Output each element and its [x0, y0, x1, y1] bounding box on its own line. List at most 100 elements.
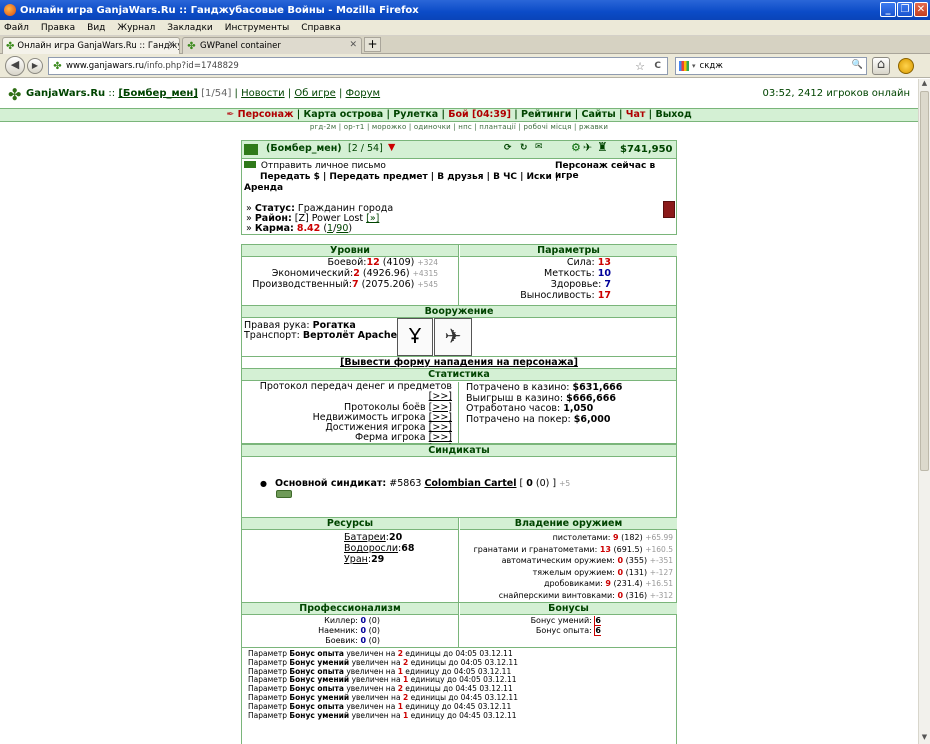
- attack-form-link[interactable]: [Вывести форму нападения на персонажа]: [340, 357, 578, 368]
- syndicate-badge-icon[interactable]: [276, 490, 292, 498]
- maximize-button[interactable]: ❐: [897, 2, 913, 17]
- close-tab-icon[interactable]: ✕: [167, 40, 175, 50]
- scroll-down-icon[interactable]: ▼: [919, 733, 930, 744]
- level-value: 2: [353, 268, 360, 279]
- chevron-down-icon[interactable]: ▾: [692, 62, 696, 70]
- transfer-item-link[interactable]: Передать предмет: [329, 172, 427, 182]
- sync-icon[interactable]: ↻: [520, 143, 528, 153]
- karma-total-link[interactable]: 90: [336, 223, 348, 234]
- about-link[interactable]: Об игре: [294, 88, 335, 99]
- user-link[interactable]: [Бомбер_мен]: [118, 88, 198, 99]
- mastery-extra: (691.5): [613, 544, 643, 554]
- nav-chat[interactable]: Чат: [626, 109, 646, 120]
- menubar: Файл Правка Вид Журнал Закладки Инструме…: [0, 20, 930, 36]
- forward-button[interactable]: ▶: [27, 58, 43, 74]
- sub-nav[interactable]: ргд-2м | ор-т1 | морожко | одиночки | нп…: [0, 123, 918, 133]
- personage-icon: ✒: [226, 109, 235, 120]
- mastery-value: 13: [599, 544, 611, 554]
- weapons-header: Вооружение: [242, 306, 676, 318]
- nav-ratings[interactable]: Рейтинги: [521, 109, 571, 120]
- menu-history[interactable]: Журнал: [117, 23, 155, 33]
- forum-link[interactable]: Форум: [346, 88, 381, 99]
- params-header: Параметры: [460, 245, 677, 257]
- news-link[interactable]: Новости: [241, 88, 284, 99]
- menu-view[interactable]: Вид: [87, 23, 105, 33]
- param-value: 10: [597, 268, 611, 279]
- profession-label: Наемник:: [318, 626, 358, 635]
- transfer-money-link[interactable]: Передать $: [260, 172, 320, 182]
- new-tab-button[interactable]: +: [364, 37, 381, 52]
- rent-link[interactable]: Аренда: [244, 183, 283, 193]
- refresh-icon[interactable]: ⟳: [504, 143, 512, 153]
- resource-link[interactable]: Водоросли: [344, 543, 398, 554]
- in-game-status: Персонаж сейчас в игре: [555, 161, 656, 181]
- tab-gwpanel[interactable]: ✤ GWPanel container ✕: [182, 37, 362, 54]
- url-bar[interactable]: ✤ www.ganjawars.ru/info.php?id=1748829 ☆…: [48, 57, 668, 75]
- menu-tools[interactable]: Инструменты: [225, 23, 289, 33]
- menu-bookmarks[interactable]: Закладки: [167, 23, 213, 33]
- nav-battle[interactable]: Бой [04:39]: [448, 109, 511, 120]
- stats-link-row: Протокол передач денег и предметов [>>]: [242, 381, 452, 403]
- close-tab-icon[interactable]: ✕: [349, 40, 357, 50]
- mastery-delta: +160.5: [645, 544, 673, 554]
- back-button[interactable]: ◀: [5, 56, 25, 76]
- reload-icon[interactable]: C: [654, 61, 661, 71]
- bonus-row: Бонус умений: 6: [460, 616, 601, 626]
- log-prefix: Параметр: [248, 710, 287, 720]
- slingshot-item-icon[interactable]: Ұ: [397, 318, 433, 356]
- scrollbar-thumb[interactable]: [920, 91, 929, 471]
- helicopter-item-icon[interactable]: ✈: [434, 318, 472, 356]
- mastery-row: дробовиками: 9 (231.4) +16.51: [460, 578, 673, 590]
- param-label: Сила:: [566, 257, 595, 268]
- menu-edit[interactable]: Правка: [41, 23, 75, 33]
- transport-label: Транспорт:: [244, 330, 300, 341]
- nav-sites[interactable]: Сайты: [582, 109, 616, 120]
- google-search-engine-icon[interactable]: [679, 61, 689, 71]
- search-input[interactable]: скдж: [700, 61, 723, 71]
- profile-header: (Бомбер_мен) [2 / 54] ▼ ⟳ ↻ ✉ ⚙ ✈ ♜ $741…: [242, 140, 676, 159]
- search-icon[interactable]: 🔍: [852, 60, 863, 70]
- tab-ganjawars[interactable]: ✤ Онлайн игра GanjaWars.Ru :: Ганджуб...…: [2, 37, 180, 54]
- site-header: ✤ GanjaWars.Ru :: [Бомбер_мен] [1/54] | …: [8, 85, 910, 104]
- stats-link-label: Протокол передач денег и предметов: [259, 381, 452, 392]
- search-bar[interactable]: ▾ скдж 🔍: [675, 57, 867, 75]
- scroll-up-icon[interactable]: ▲: [919, 79, 930, 90]
- nav-exit[interactable]: Выход: [655, 109, 691, 120]
- close-window-button[interactable]: ✕: [914, 2, 928, 17]
- stats-links: Протокол передач денег и предметов [>>] П…: [242, 381, 459, 453]
- log-param: Бонус опыта: [289, 666, 344, 676]
- site-name: GanjaWars.Ru: [26, 88, 106, 99]
- syndicate-name-link[interactable]: Colombian Cartel: [424, 478, 516, 489]
- profession-bonus-box: Профессионализм Киллер: 0 (0) Наемник: 0 …: [241, 602, 677, 648]
- claims-link[interactable]: Иски: [527, 172, 552, 182]
- resource-link[interactable]: Батареи: [344, 532, 386, 543]
- blacklist-link[interactable]: В ЧС: [493, 172, 517, 182]
- level-label: Боевой:: [327, 257, 367, 268]
- karma-paren-close: ): [348, 223, 353, 234]
- menu-file[interactable]: Файл: [4, 23, 29, 33]
- page-content: ✤ GanjaWars.Ru :: [Бомбер_мен] [1/54] | …: [0, 79, 918, 744]
- minimize-button[interactable]: _: [880, 2, 896, 17]
- district-link[interactable]: [»]: [366, 213, 379, 224]
- resource-link[interactable]: Уран: [344, 554, 368, 565]
- param-row: Меткость: 10: [460, 268, 611, 279]
- mastery-delta: +-127: [649, 567, 673, 577]
- mail-icon[interactable]: ✉: [535, 142, 543, 152]
- menu-help[interactable]: Справка: [301, 23, 341, 33]
- nav-map[interactable]: Карта острова: [304, 109, 384, 120]
- nav-personage[interactable]: Персонаж: [238, 109, 294, 120]
- bookmark-star-icon[interactable]: ☆: [635, 60, 645, 73]
- addon-face-icon[interactable]: [898, 58, 914, 74]
- profession-extra: (0): [368, 616, 380, 625]
- home-button[interactable]: ⌂: [872, 57, 890, 75]
- add-friend-link[interactable]: В друзья: [437, 172, 483, 182]
- syndicates-header: Синдикаты: [242, 445, 676, 457]
- vertical-scrollbar[interactable]: ▲ ▼: [918, 79, 930, 744]
- log-mid: увеличен на: [346, 701, 396, 711]
- level-delta: +324: [417, 258, 438, 267]
- log-param: Бонус умений: [289, 675, 350, 685]
- send-mail-link[interactable]: Отправить личное письмо: [261, 161, 386, 171]
- nav-roulette[interactable]: Рулетка: [393, 109, 438, 120]
- resource-value: 68: [401, 543, 415, 554]
- stats-money: Потрачено в казино: $631,666 Выигрыш в ка…: [466, 382, 622, 425]
